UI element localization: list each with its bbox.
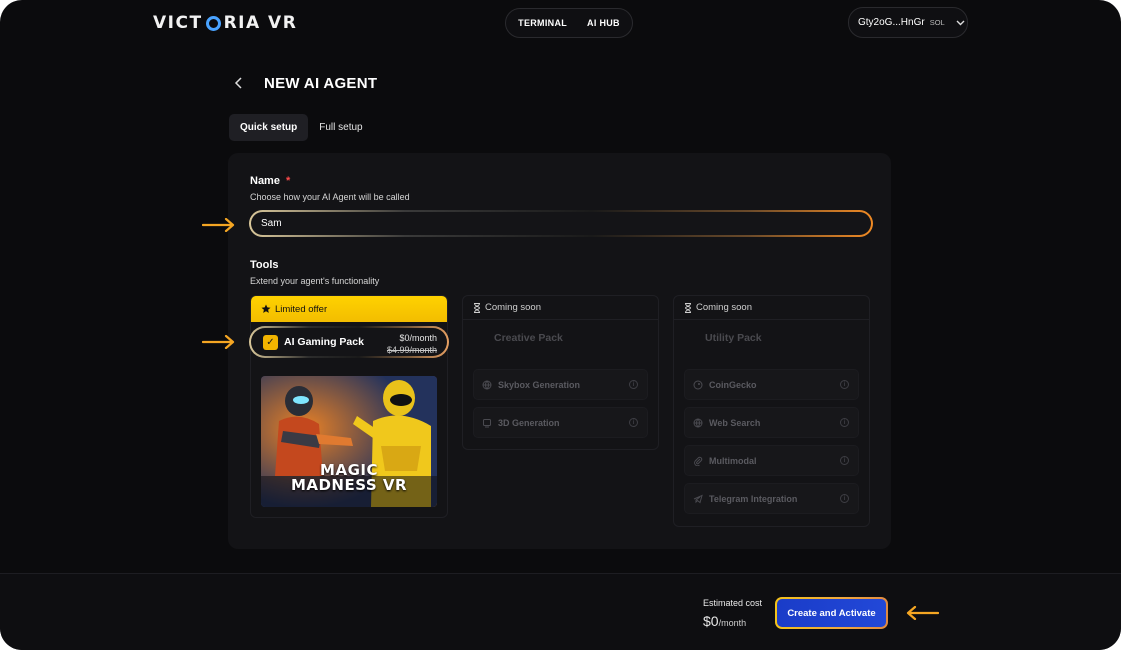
page-title: NEW AI AGENT [264, 75, 378, 92]
utility-pack-badge: Coming soon [696, 302, 752, 313]
name-label: Name * [250, 175, 290, 187]
game-logo-line2: MADNESS VR [290, 476, 408, 494]
tools-hint: Extend your agent's functionality [250, 276, 380, 286]
info-icon: i [840, 494, 849, 503]
setup-tabs: Quick setup Full setup [229, 114, 374, 141]
footer-bar [0, 573, 1121, 650]
wallet-button[interactable]: Gty2oG...HnGr SOL [848, 7, 968, 38]
tool-skybox-generation: Skybox Generation i [473, 369, 648, 400]
required-asterisk: * [285, 175, 291, 187]
nav-ai-hub[interactable]: AI HUB [587, 18, 620, 28]
paperclip-icon [694, 456, 703, 466]
nav-terminal[interactable]: TERMINAL [518, 18, 567, 28]
coingecko-icon [693, 380, 703, 389]
magic-madness-vr-artwork: MAGIC MADNESS VR [261, 376, 437, 507]
gaming-pack-current-price: $0/month [399, 333, 437, 343]
tool-multimodal: Multimodal i [684, 445, 859, 476]
name-hint: Choose how your AI Agent will be called [250, 192, 410, 202]
estimated-cost-unit: /month [718, 618, 747, 628]
agent-name-field[interactable]: Sam [249, 210, 873, 237]
hourglass-icon [685, 302, 691, 313]
tool-skybox-label: Skybox Generation [498, 379, 581, 390]
tool-telegram-label: Telegram Integration [709, 493, 798, 504]
tool-coingecko-label: CoinGecko [709, 379, 757, 390]
chevron-down-icon [956, 18, 965, 28]
info-icon: i [840, 418, 849, 427]
arrow-left-icon [906, 606, 939, 620]
wallet-chain: SOL [929, 18, 945, 27]
arrow-right-icon [202, 335, 235, 349]
star-icon [261, 304, 271, 313]
tools-label: Tools [250, 259, 279, 271]
game-logo-text: MAGIC MADNESS VR [261, 463, 437, 493]
tool-coingecko: CoinGecko i [684, 369, 859, 400]
creative-pack-header: Coming soon [463, 296, 658, 320]
globe-icon [482, 380, 492, 389]
gaming-pack-old-price: $4.99/month [386, 345, 437, 355]
back-arrow-icon[interactable] [234, 76, 244, 93]
logo-text-part1: VICT [153, 13, 203, 33]
create-and-activate-label: Create and Activate [777, 599, 886, 627]
tab-quick-setup[interactable]: Quick setup [229, 114, 309, 141]
tool-multimodal-label: Multimodal [709, 455, 757, 466]
logo-o-ring [205, 15, 221, 31]
info-icon: i [629, 418, 638, 427]
telegram-icon [693, 494, 703, 503]
gaming-pack-row-inner: ✓ AI Gaming Pack $0/month $4.99/month [251, 328, 447, 356]
agent-name-value[interactable]: Sam [251, 212, 871, 235]
cube-icon [483, 418, 491, 427]
tool-3d-label: 3D Generation [498, 417, 560, 428]
wallet-address: Gty2oG...HnGr [858, 17, 925, 28]
creative-pack-badge: Coming soon [485, 302, 541, 313]
arrow-right-icon [202, 218, 235, 232]
info-icon: i [629, 380, 638, 389]
app-window: VICT RIA VR TERMINAL AI HUB Gty2oG...HnG… [0, 0, 1121, 650]
hourglass-icon [474, 302, 480, 313]
tool-web-search: Web Search i [684, 407, 859, 438]
estimated-cost-label: Estimated cost [703, 598, 763, 608]
utility-pack-header: Coming soon [674, 296, 869, 320]
info-icon: i [840, 456, 849, 465]
gaming-pack-price: $0/month $4.99/month [387, 332, 437, 356]
limited-offer-badge: Limited offer [251, 296, 447, 322]
gaming-pack-name: AI Gaming Pack [284, 336, 364, 348]
tool-3d-generation: 3D Generation i [473, 407, 648, 438]
globe-icon [693, 418, 703, 427]
tab-full-setup[interactable]: Full setup [308, 114, 373, 141]
info-icon: i [840, 380, 849, 389]
limited-offer-text: Limited offer [275, 303, 328, 315]
gaming-pack-checkbox[interactable]: ✓ [263, 335, 278, 350]
tool-web-search-label: Web Search [709, 417, 761, 428]
victoria-vr-logo[interactable]: VICT RIA VR [153, 13, 297, 33]
create-and-activate-button[interactable]: Create and Activate [775, 597, 888, 629]
estimated-cost-amount: $0 [703, 613, 719, 629]
estimated-cost-value: $0/month [703, 613, 746, 629]
tool-telegram-integration: Telegram Integration i [684, 483, 859, 514]
utility-pack-title: Utility Pack [705, 332, 762, 344]
name-label-text: Name [250, 175, 280, 187]
gaming-pack-toggle-row[interactable]: ✓ AI Gaming Pack $0/month $4.99/month [249, 326, 449, 358]
logo-text-part2: RIA VR [223, 13, 298, 33]
creative-pack-title: Creative Pack [494, 332, 563, 344]
top-navigation: TERMINAL AI HUB [505, 8, 633, 38]
